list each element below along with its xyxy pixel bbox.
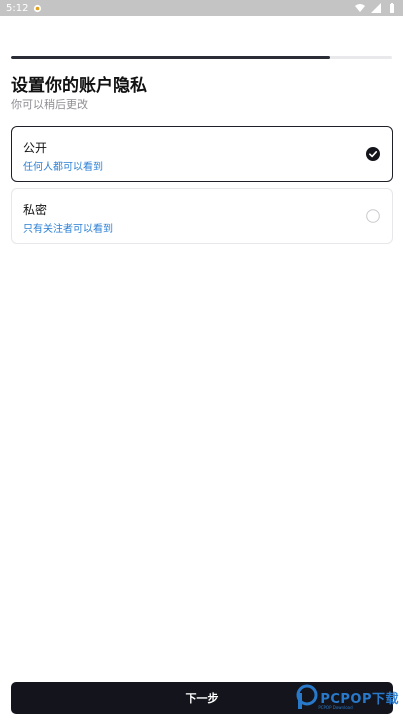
watermark-subtext: PCPOP Download (318, 705, 353, 710)
progress-fill (11, 56, 330, 59)
option-description: 任何人都可以看到 (23, 162, 103, 173)
wifi-icon (355, 4, 365, 12)
battery-icon (390, 3, 394, 13)
option-private[interactable]: 私密 只有关注者可以看到 (11, 188, 393, 244)
notification-icon (34, 4, 42, 12)
page-title: 设置你的账户隐私 (11, 76, 147, 96)
page-subtitle: 你可以稍后更改 (11, 98, 88, 111)
option-title: 公开 (23, 141, 48, 155)
status-bar: 5:12 (0, 0, 403, 16)
status-right (355, 3, 397, 13)
watermark-logo-icon (296, 684, 318, 709)
status-time: 5:12 (6, 2, 29, 14)
option-title: 私密 (23, 203, 48, 217)
status-left: 5:12 (6, 3, 42, 14)
unchecked-radio-icon[interactable] (366, 209, 380, 223)
watermark-text: PCPOP下载 (320, 691, 399, 707)
option-description: 只有关注者可以看到 (23, 224, 113, 235)
signal-icon (371, 3, 381, 13)
checked-radio-icon[interactable] (366, 147, 380, 161)
progress-bar (11, 56, 392, 59)
option-public[interactable]: 公开 任何人都可以看到 (11, 126, 393, 182)
watermark: PCPOP下载 PCPOP Download (296, 684, 399, 710)
